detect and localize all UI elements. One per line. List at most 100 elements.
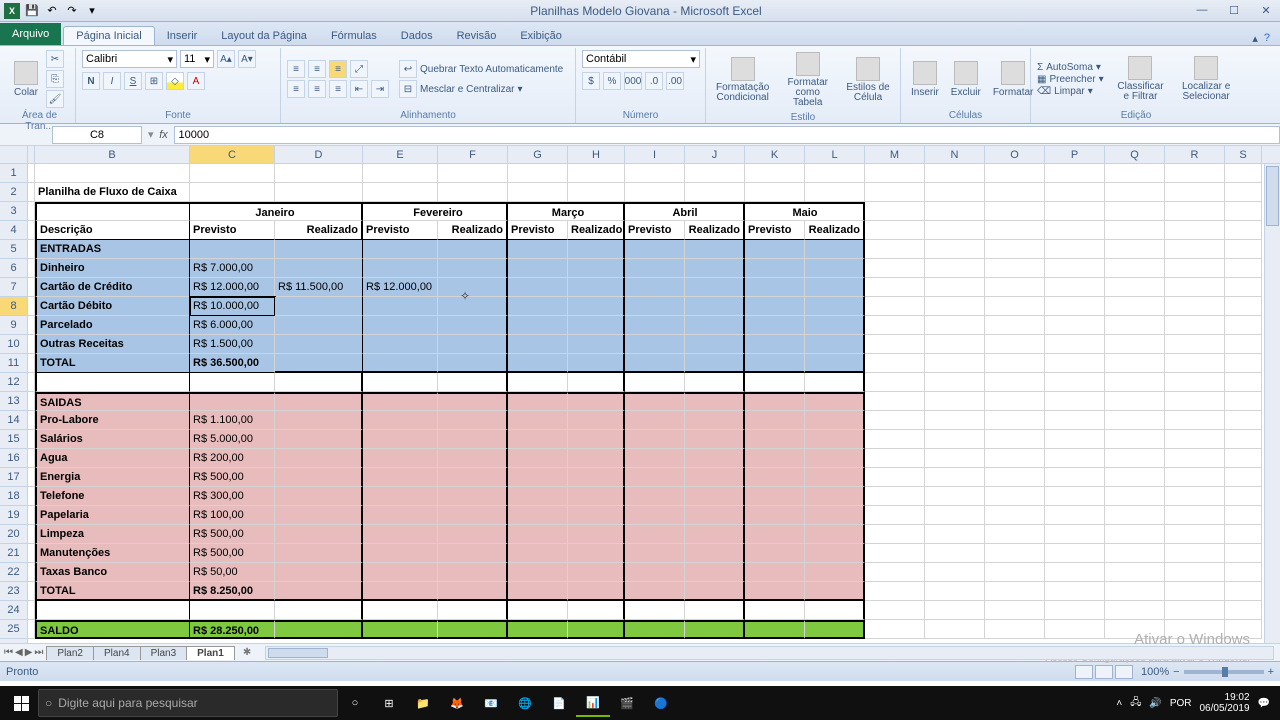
cell[interactable] xyxy=(805,354,865,373)
cell[interactable] xyxy=(925,620,985,639)
cell[interactable] xyxy=(275,563,363,582)
cell[interactable] xyxy=(625,297,685,316)
spreadsheet-grid[interactable]: B C D E F G H I J K L M N O P Q R S 1234… xyxy=(0,146,1280,643)
insert-button[interactable]: Inserir xyxy=(907,59,943,100)
notifications-icon[interactable]: 💬 xyxy=(1258,698,1270,709)
cell[interactable] xyxy=(745,335,805,354)
cell[interactable]: Previsto xyxy=(363,221,438,240)
cell[interactable] xyxy=(1045,430,1105,449)
cell[interactable] xyxy=(1105,316,1165,335)
scroll-thumb[interactable] xyxy=(268,648,328,658)
cell[interactable]: R$ 500,00 xyxy=(190,468,275,487)
col-header[interactable]: D xyxy=(275,146,363,163)
cell[interactable] xyxy=(190,240,275,259)
cell[interactable] xyxy=(35,601,190,620)
cell[interactable] xyxy=(275,487,363,506)
cell[interactable] xyxy=(745,392,805,411)
zoom-out-icon[interactable]: − xyxy=(1173,666,1179,678)
page-break-view-icon[interactable] xyxy=(1115,665,1133,679)
wrap-text-button[interactable]: ↩Quebrar Texto Automaticamente xyxy=(399,60,563,78)
fill-color-button[interactable]: ◇ xyxy=(166,72,184,90)
cell[interactable]: Realizado xyxy=(805,221,865,240)
maximize-icon[interactable]: ☐ xyxy=(1224,4,1244,17)
app-icon[interactable]: 🦊 xyxy=(440,689,474,717)
cell[interactable] xyxy=(1225,411,1262,430)
row-header[interactable]: 4 xyxy=(0,221,27,240)
cell[interactable] xyxy=(925,354,985,373)
cell[interactable] xyxy=(28,164,35,183)
horizontal-scrollbar[interactable] xyxy=(265,646,1274,660)
cell[interactable]: R$ 12.000,00 xyxy=(363,278,438,297)
app-icon[interactable]: 📁 xyxy=(406,689,440,717)
cell[interactable] xyxy=(925,430,985,449)
cell[interactable] xyxy=(363,297,438,316)
cell[interactable] xyxy=(685,601,745,620)
cell[interactable] xyxy=(625,259,685,278)
cell[interactable] xyxy=(1045,164,1105,183)
cell[interactable] xyxy=(1225,335,1262,354)
cell[interactable] xyxy=(865,525,925,544)
cell[interactable] xyxy=(1045,221,1105,240)
tab-layout[interactable]: Layout da Página xyxy=(209,27,319,45)
row-header[interactable]: 17 xyxy=(0,468,27,487)
cell[interactable] xyxy=(925,259,985,278)
cell[interactable] xyxy=(745,164,805,183)
cell[interactable] xyxy=(28,430,35,449)
currency-icon[interactable]: $ xyxy=(582,72,600,90)
cell[interactable] xyxy=(925,183,985,202)
qat-dropdown-icon[interactable]: ▾ xyxy=(84,3,100,19)
start-button[interactable] xyxy=(4,689,38,717)
cell[interactable] xyxy=(625,544,685,563)
cell[interactable] xyxy=(35,164,190,183)
cell[interactable] xyxy=(28,221,35,240)
cell[interactable] xyxy=(508,183,568,202)
tab-formulas[interactable]: Fórmulas xyxy=(319,27,389,45)
cell[interactable] xyxy=(745,563,805,582)
cell[interactable] xyxy=(1225,506,1262,525)
cell[interactable] xyxy=(865,392,925,411)
cell[interactable] xyxy=(865,259,925,278)
cell[interactable] xyxy=(865,373,925,392)
cell[interactable] xyxy=(438,620,508,639)
cell[interactable] xyxy=(1225,354,1262,373)
cell[interactable] xyxy=(568,164,625,183)
cell[interactable] xyxy=(1045,487,1105,506)
cell[interactable]: Realizado xyxy=(438,221,508,240)
cell[interactable] xyxy=(1225,297,1262,316)
cell[interactable] xyxy=(438,259,508,278)
cell[interactable] xyxy=(625,240,685,259)
cell[interactable] xyxy=(508,411,568,430)
cell[interactable] xyxy=(1105,544,1165,563)
row-header[interactable]: 15 xyxy=(0,430,27,449)
cell[interactable] xyxy=(925,601,985,620)
fx-icon[interactable]: fx xyxy=(154,129,174,141)
cell[interactable] xyxy=(1165,259,1225,278)
cell[interactable] xyxy=(438,354,508,373)
cell[interactable]: R$ 500,00 xyxy=(190,525,275,544)
cell[interactable] xyxy=(805,620,865,639)
cell[interactable]: Planilha de Fluxo de Caixa xyxy=(35,183,190,202)
align-bottom-icon[interactable]: ≡ xyxy=(329,60,347,78)
cell[interactable] xyxy=(865,563,925,582)
cell[interactable] xyxy=(363,563,438,582)
cell[interactable] xyxy=(1225,582,1262,601)
cell[interactable] xyxy=(745,468,805,487)
minimize-ribbon-icon[interactable]: ▴ xyxy=(1252,32,1258,45)
cell[interactable] xyxy=(28,202,35,221)
cell[interactable] xyxy=(28,506,35,525)
cell[interactable] xyxy=(685,392,745,411)
cell[interactable] xyxy=(438,468,508,487)
cell[interactable] xyxy=(1045,544,1105,563)
prev-sheet-icon[interactable]: ◀ xyxy=(15,647,23,658)
cell[interactable] xyxy=(925,335,985,354)
cell[interactable]: Limpeza xyxy=(35,525,190,544)
cell[interactable] xyxy=(985,601,1045,620)
row-header[interactable]: 8 xyxy=(0,297,27,316)
cell[interactable] xyxy=(438,183,508,202)
cell[interactable] xyxy=(508,563,568,582)
cell[interactable] xyxy=(805,468,865,487)
cell[interactable] xyxy=(1105,278,1165,297)
cell[interactable] xyxy=(1045,240,1105,259)
cell[interactable] xyxy=(985,221,1045,240)
cell[interactable] xyxy=(685,468,745,487)
